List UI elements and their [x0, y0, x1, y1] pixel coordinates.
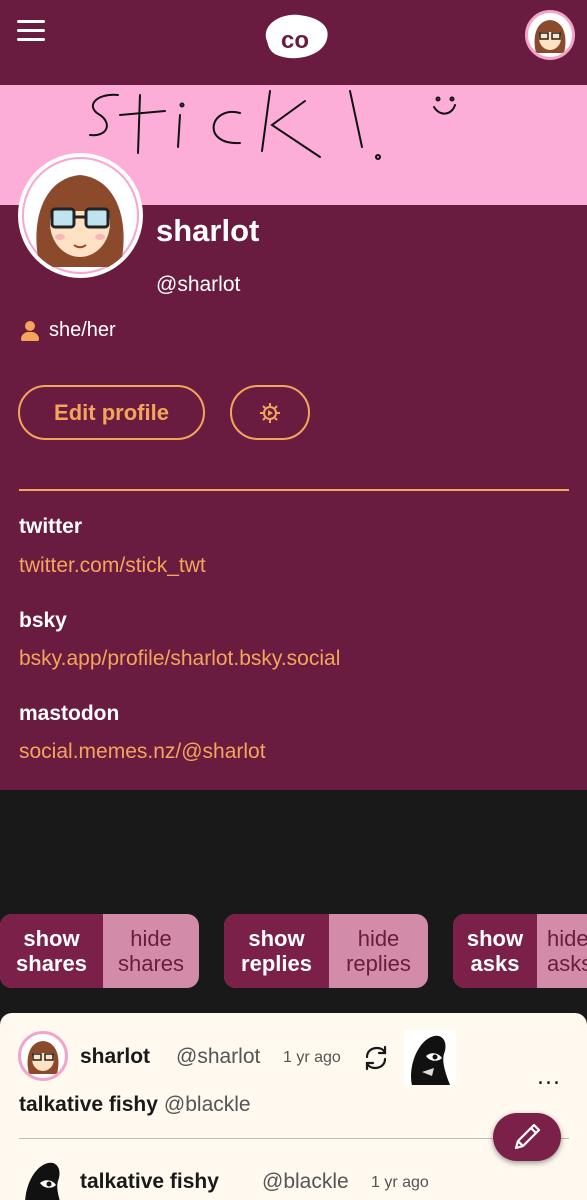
- original-author-name[interactable]: talkative fishy: [80, 1170, 219, 1194]
- field-label-twitter: twitter: [19, 515, 82, 538]
- show-shares-button[interactable]: show shares: [0, 914, 103, 988]
- shared-from-handle[interactable]: @blackle: [164, 1093, 251, 1116]
- post-card: sharlot @sharlot 1 yr ago ... talkative …: [0, 1013, 587, 1200]
- top-bar: co: [0, 0, 587, 85]
- profile-section: sharlot @sharlot she/her Edit profile tw…: [0, 153, 587, 790]
- field-label-bsky: bsky: [19, 609, 67, 632]
- field-link-twitter[interactable]: twitter.com/stick_twt: [19, 554, 206, 578]
- compose-button[interactable]: [493, 1113, 561, 1161]
- shared-from-name[interactable]: talkative fishy: [19, 1093, 158, 1116]
- post-divider: [19, 1138, 569, 1139]
- settings-button[interactable]: [230, 385, 310, 440]
- edit-profile-button[interactable]: Edit profile: [18, 385, 205, 440]
- shared-from-avatar[interactable]: [404, 1030, 456, 1085]
- show-replies-button[interactable]: show replies: [224, 914, 329, 988]
- pencil-icon: [514, 1123, 541, 1150]
- gear-icon: [260, 402, 280, 423]
- replies-toggle: show replies hide replies: [224, 914, 428, 988]
- person-icon: [21, 320, 39, 341]
- post-author-handle[interactable]: @sharlot: [176, 1045, 260, 1069]
- profile-divider: [19, 489, 569, 491]
- profile-avatar: [18, 153, 143, 278]
- field-link-mastodon[interactable]: social.memes.nz/@sharlot: [19, 740, 266, 764]
- post-time[interactable]: 1 yr ago: [283, 1049, 341, 1067]
- reshare-icon: [365, 1045, 387, 1071]
- hide-replies-button[interactable]: hide replies: [329, 914, 428, 988]
- shared-from-line: talkative fishy @blackle: [19, 1093, 251, 1117]
- hide-shares-button[interactable]: hide shares: [103, 914, 199, 988]
- user-avatar[interactable]: [525, 10, 575, 60]
- field-link-bsky[interactable]: bsky.app/profile/sharlot.bsky.social: [19, 647, 340, 671]
- original-post-time[interactable]: 1 yr ago: [371, 1174, 429, 1192]
- menu-icon[interactable]: [17, 20, 45, 42]
- original-author-avatar[interactable]: [18, 1153, 72, 1200]
- pronouns-text: she/her: [49, 319, 116, 341]
- post-author-name[interactable]: sharlot: [80, 1045, 150, 1069]
- more-options-icon[interactable]: ...: [537, 1065, 561, 1090]
- cohost-logo[interactable]: co: [259, 11, 331, 61]
- shares-toggle: show shares hide shares: [0, 914, 199, 988]
- field-label-mastodon: mastodon: [19, 702, 120, 725]
- show-asks-button[interactable]: show asks: [453, 914, 537, 988]
- display-name: sharlot: [156, 213, 260, 248]
- svg-text:co: co: [281, 27, 309, 54]
- hide-asks-button[interactable]: hide asks: [537, 914, 587, 988]
- profile-handle: @sharlot: [156, 273, 241, 296]
- asks-toggle: show asks hide asks: [453, 914, 587, 988]
- post-author-avatar[interactable]: [18, 1031, 68, 1081]
- original-author-handle[interactable]: @blackle: [262, 1170, 349, 1194]
- pronouns: she/her: [21, 319, 116, 342]
